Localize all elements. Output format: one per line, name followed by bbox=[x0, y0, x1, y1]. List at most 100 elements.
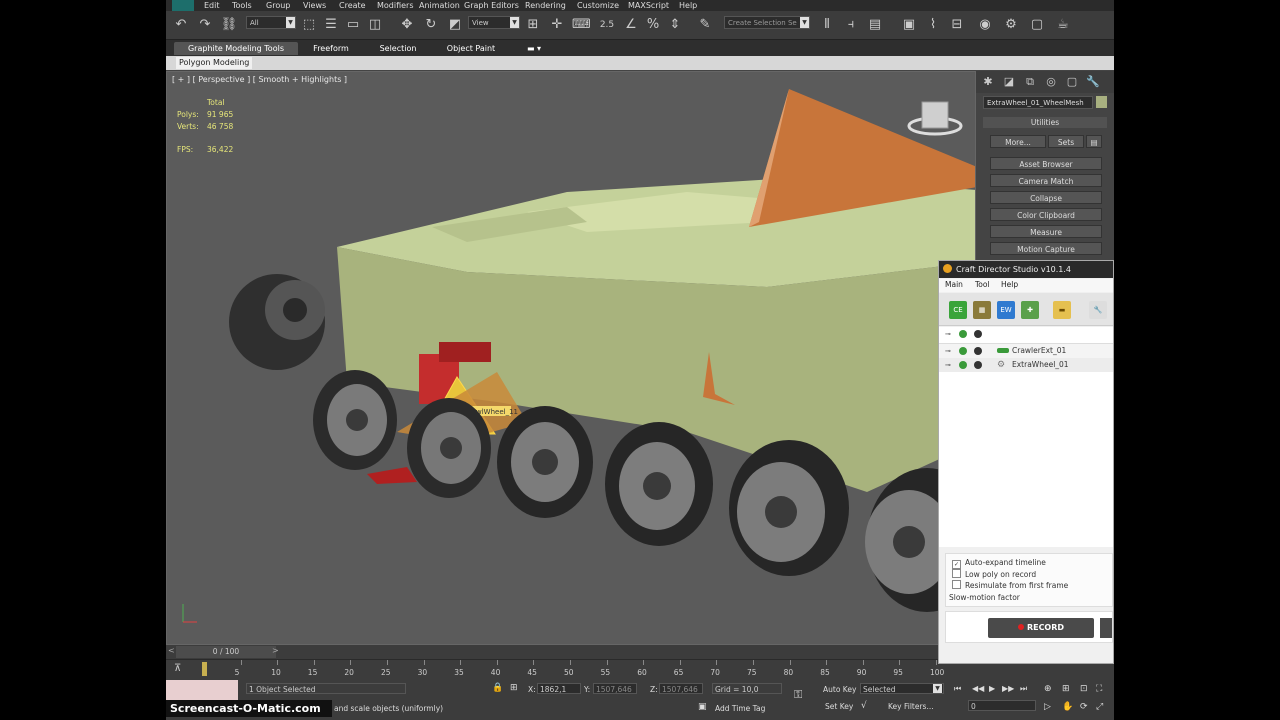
set-key-button[interactable]: Set Key bbox=[825, 702, 853, 711]
pivot-icon[interactable]: ⊞ bbox=[524, 16, 542, 34]
key-mode-dropdown[interactable]: Selected ▼ bbox=[860, 683, 944, 694]
move-icon[interactable]: ✥ bbox=[398, 16, 416, 34]
craft-settings-icon[interactable]: 🔧 bbox=[1089, 301, 1107, 319]
visibility-icon[interactable] bbox=[974, 347, 982, 355]
zoom-icon[interactable]: ⊕ bbox=[1044, 684, 1052, 694]
more-button[interactable]: More... bbox=[990, 135, 1046, 148]
layer-manager-icon[interactable]: ▤ bbox=[866, 16, 884, 34]
craft-title-bar[interactable]: Craft Director Studio v10.1.4 bbox=[939, 261, 1113, 278]
graphite-toggle-icon[interactable]: ▣ bbox=[900, 16, 918, 34]
curve-editor-icon[interactable]: ⌇ bbox=[924, 16, 942, 34]
mini-curve-editor-icon[interactable]: ⊼ bbox=[174, 663, 181, 674]
active-icon[interactable] bbox=[959, 361, 967, 369]
named-selection-set-dropdown[interactable]: Create Selection Se ▼ bbox=[724, 16, 810, 29]
key-icon[interactable]: ⚿ bbox=[794, 688, 802, 702]
list-item[interactable]: ⊸ CrawlerExt_01 bbox=[939, 343, 1113, 359]
next-frame-icon[interactable]: > bbox=[272, 646, 279, 655]
menu-modifiers[interactable]: Modifiers bbox=[377, 0, 414, 11]
menu-graph-editors[interactable]: Graph Editors bbox=[464, 0, 519, 11]
menu-maxscript[interactable]: MAXScript bbox=[628, 0, 669, 11]
menu-animation[interactable]: Animation bbox=[419, 0, 460, 11]
active-icon[interactable] bbox=[959, 330, 967, 338]
tab-selection[interactable]: Selection bbox=[368, 42, 428, 55]
zoom-all-icon[interactable]: ⊞ bbox=[1062, 684, 1070, 694]
selection-filter-dropdown[interactable]: All ▼ bbox=[246, 16, 296, 29]
x-coordinate-field[interactable]: 1862,1 bbox=[537, 683, 581, 694]
edit-named-selection-icon[interactable]: ✎ bbox=[696, 16, 714, 34]
time-tag-icon[interactable]: ▣ bbox=[698, 702, 707, 712]
curve-icon[interactable]: √ bbox=[861, 701, 867, 711]
undo-icon[interactable]: ↶ bbox=[172, 16, 190, 34]
object-color-swatch[interactable] bbox=[1096, 96, 1107, 108]
pin-icon[interactable]: ⊸ bbox=[945, 327, 951, 341]
mirror-icon[interactable]: ⫴ bbox=[818, 16, 836, 34]
list-item[interactable]: ⊸ ⚙ ExtraWheel_01 bbox=[939, 358, 1113, 372]
field-of-view-icon[interactable]: ▷ bbox=[1044, 702, 1051, 712]
tab-graphite-modeling-tools[interactable]: Graphite Modeling Tools bbox=[174, 42, 298, 55]
angle-snap-icon[interactable]: ∠ bbox=[622, 16, 640, 34]
motion-tab-icon[interactable]: ◎ bbox=[1043, 74, 1059, 90]
craft-menu-main[interactable]: Main bbox=[945, 280, 963, 289]
motion-capture-button[interactable]: Motion Capture bbox=[990, 242, 1102, 255]
z-coordinate-field[interactable]: 1507,646 bbox=[659, 683, 703, 694]
zoom-extents-all-icon[interactable]: ⛶ bbox=[1096, 684, 1102, 694]
low-poly-option[interactable]: Low poly on record bbox=[952, 569, 1036, 579]
craft-folder-icon[interactable]: ▬ bbox=[1053, 301, 1071, 319]
next-key-icon[interactable]: ▶▶ bbox=[1002, 684, 1014, 693]
maximize-viewport-icon[interactable]: ⤢ bbox=[1096, 702, 1103, 712]
rectangle-selection-icon[interactable]: ▭ bbox=[344, 16, 362, 34]
add-time-tag[interactable]: Add Time Tag bbox=[715, 704, 765, 713]
configure-sets-icon[interactable]: ▤ bbox=[1086, 135, 1102, 148]
color-clipboard-button[interactable]: Color Clipboard bbox=[990, 208, 1102, 221]
craft-menu-tool[interactable]: Tool bbox=[975, 280, 990, 289]
collapse-button[interactable]: Collapse bbox=[990, 191, 1102, 204]
pan-icon[interactable]: ✋ bbox=[1062, 702, 1073, 712]
tab-object-paint[interactable]: Object Paint bbox=[438, 42, 504, 55]
rendered-frame-icon[interactable]: ▢ bbox=[1028, 16, 1046, 34]
display-tab-icon[interactable]: ▢ bbox=[1064, 74, 1080, 90]
tab-freeform[interactable]: Freeform bbox=[304, 42, 358, 55]
auto-expand-checkbox[interactable]: ✓ bbox=[952, 560, 961, 569]
craft-menu-help[interactable]: Help bbox=[1001, 280, 1018, 289]
sets-button[interactable]: Sets bbox=[1048, 135, 1084, 148]
time-cursor[interactable] bbox=[202, 662, 207, 676]
absolute-mode-icon[interactable]: ⊞ bbox=[510, 683, 518, 693]
app-logo-icon[interactable] bbox=[172, 0, 194, 11]
reference-coord-dropdown[interactable]: View ▼ bbox=[468, 16, 520, 29]
lock-icon[interactable]: 🔒 bbox=[492, 683, 503, 693]
y-coordinate-field[interactable]: 1507,646 bbox=[593, 683, 637, 694]
viewport-label[interactable]: [ + ] [ Perspective ] [ Smooth + Highlig… bbox=[172, 75, 347, 84]
prev-frame-icon[interactable]: < bbox=[168, 646, 175, 655]
modify-tab-icon[interactable]: ◪ bbox=[1001, 74, 1017, 90]
record-button[interactable]: RECORD bbox=[988, 618, 1094, 638]
low-poly-checkbox[interactable] bbox=[952, 569, 961, 578]
redo-icon[interactable]: ↷ bbox=[196, 16, 214, 34]
resimulate-option[interactable]: Resimulate from first frame bbox=[952, 580, 1068, 590]
utilities-tab-icon[interactable]: 🔧 bbox=[1085, 74, 1101, 90]
visibility-icon[interactable] bbox=[974, 361, 982, 369]
craft-add-icon[interactable]: ✚ bbox=[1021, 301, 1039, 319]
select-object-icon[interactable]: ⬚ bbox=[300, 16, 318, 34]
asset-browser-button[interactable]: Asset Browser bbox=[990, 157, 1102, 170]
orbit-icon[interactable]: ⟳ bbox=[1080, 702, 1088, 712]
percent-snap-icon[interactable]: % bbox=[644, 16, 662, 34]
render-production-icon[interactable]: ☕ bbox=[1054, 16, 1072, 34]
auto-expand-timeline-option[interactable]: ✓ Auto-expand timeline bbox=[952, 558, 1046, 569]
render-setup-icon[interactable]: ⚙ bbox=[1002, 16, 1020, 34]
align-icon[interactable]: ⫞ bbox=[842, 16, 860, 34]
object-name-field[interactable]: ExtraWheel_01_WheelMesh bbox=[983, 96, 1093, 109]
menu-group[interactable]: Group bbox=[266, 0, 290, 11]
material-editor-icon[interactable]: ◉ bbox=[976, 16, 994, 34]
maxscript-listener-mini[interactable] bbox=[166, 680, 238, 700]
current-frame-field[interactable]: 0 bbox=[968, 700, 1036, 711]
menu-views[interactable]: Views bbox=[303, 0, 326, 11]
previous-key-icon[interactable]: ◀◀ bbox=[972, 684, 984, 693]
go-to-end-icon[interactable]: ⏭ bbox=[1020, 684, 1027, 694]
create-tab-icon[interactable]: ✱ bbox=[980, 74, 996, 90]
craft-vehicle-icon[interactable]: ▦ bbox=[973, 301, 991, 319]
pin-icon[interactable]: ⊸ bbox=[945, 344, 951, 358]
measure-button[interactable]: Measure bbox=[990, 225, 1102, 238]
menu-help[interactable]: Help bbox=[679, 0, 697, 11]
utilities-rollout-title[interactable]: Utilities bbox=[983, 117, 1107, 128]
link-icon[interactable]: ⛓ bbox=[220, 16, 238, 34]
